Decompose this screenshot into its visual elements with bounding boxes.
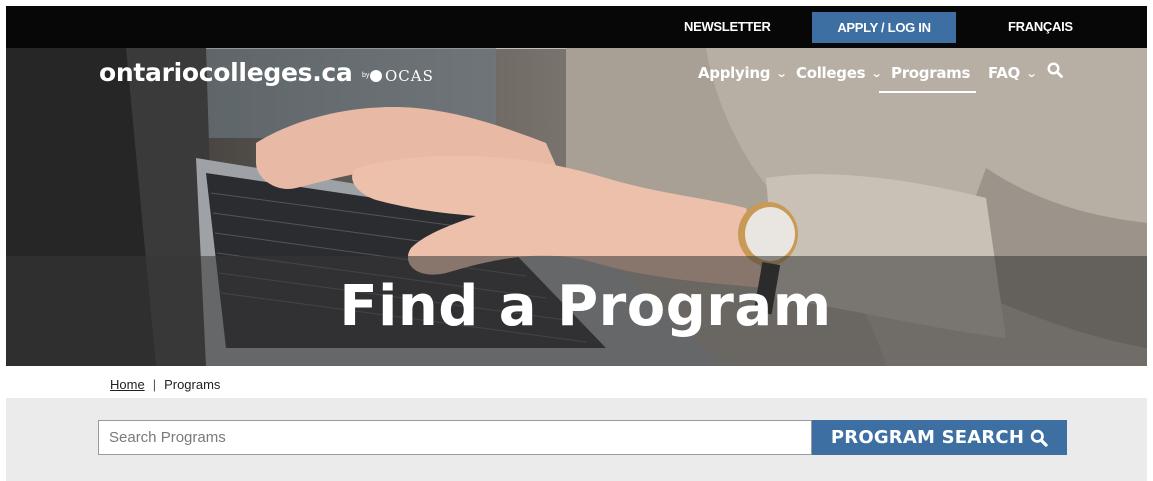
newsletter-link[interactable]: NEWSLETTER [684, 6, 771, 48]
search-icon[interactable] [1047, 62, 1063, 78]
nav-item-label: FAQ [988, 64, 1020, 82]
nav-item-label: Colleges [796, 64, 866, 82]
apply-login-button[interactable]: APPLY / LOG IN [812, 12, 956, 43]
ocas-logo: OCAS [370, 67, 434, 85]
ocas-mark-icon [370, 70, 382, 82]
hero-banner: Find a Program [6, 48, 1147, 366]
active-nav-indicator [879, 91, 976, 93]
ocas-text: OCAS [385, 67, 434, 85]
program-search-button[interactable]: PROGRAM SEARCH [812, 420, 1067, 455]
breadcrumb: Home | Programs [110, 374, 220, 394]
site-logo[interactable]: ontariocolleges.ca [99, 58, 353, 87]
search-icon [1030, 429, 1048, 447]
nav-item-label: Programs [891, 64, 971, 82]
nav-item-applying[interactable]: Applying ⌄ [698, 58, 788, 88]
chevron-down-icon: ⌄ [870, 66, 883, 80]
utility-bar: NEWSLETTER APPLY / LOG IN FRANÇAIS [6, 6, 1147, 48]
breadcrumb-current: Programs [164, 376, 221, 392]
page-title: Find a Program [339, 274, 832, 339]
logo-by-text: by [362, 72, 370, 79]
language-toggle-link[interactable]: FRANÇAIS [1008, 6, 1073, 48]
nav-item-colleges[interactable]: Colleges ⌄ [796, 58, 883, 88]
breadcrumb-separator: | [152, 376, 157, 392]
chevron-down-icon: ⌄ [1025, 66, 1038, 80]
nav-item-faq[interactable]: FAQ ⌄ [988, 58, 1038, 88]
program-search-input[interactable] [98, 420, 812, 455]
nav-item-label: Applying [698, 64, 771, 82]
chevron-down-icon: ⌄ [775, 66, 788, 80]
search-button-label: PROGRAM SEARCH [830, 427, 1025, 448]
nav-item-programs[interactable]: Programs [891, 58, 970, 88]
breadcrumb-home-link[interactable]: Home [110, 377, 145, 392]
page: NEWSLETTER APPLY / LOG IN FRANÇAIS Find … [6, 6, 1147, 481]
